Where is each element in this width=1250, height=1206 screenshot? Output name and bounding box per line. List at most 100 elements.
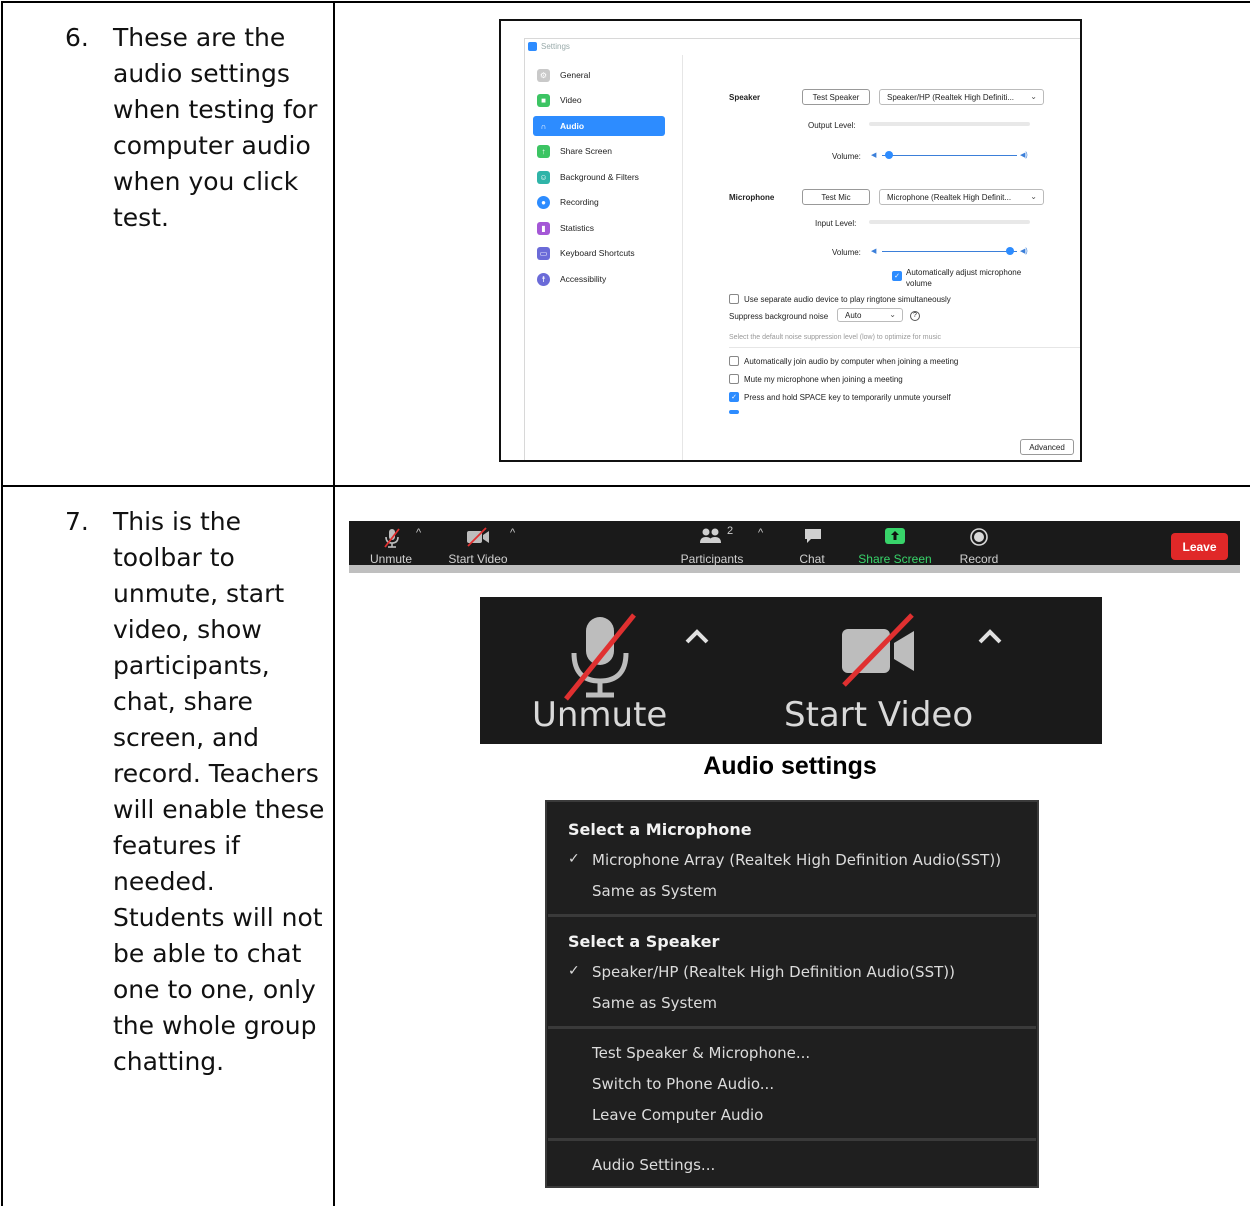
mute-join-checkbox[interactable] (729, 374, 739, 384)
share-screen-label: Share Screen (858, 552, 932, 566)
participants-options-caret[interactable]: ^ (758, 527, 763, 539)
menu-item-speaker-hp[interactable]: Speaker/HP (Realtek High Definition Audi… (592, 963, 955, 981)
speaker-low-icon: ◀ (871, 152, 877, 159)
checkmark-icon: ✓ (568, 851, 580, 867)
mic-low-icon: ◀ (871, 248, 877, 255)
suppress-noise-label: Suppress background noise (729, 312, 829, 321)
test-mic-button[interactable]: Test Mic (802, 189, 870, 205)
accessibility-icon: ☨ (537, 272, 550, 286)
menu-separator (548, 1026, 1036, 1029)
speaker-volume-track[interactable] (882, 155, 1017, 156)
sidebar-item-label: General (560, 70, 591, 80)
help-icon[interactable]: ? (910, 311, 920, 321)
chat-label: Chat (799, 552, 825, 566)
advanced-button[interactable]: Advanced (1020, 439, 1074, 455)
sidebar-item-label: Keyboard Shortcuts (560, 248, 635, 258)
step-description: These are the audio settings when testin… (113, 23, 318, 232)
unmute-button[interactable]: Unmute (363, 521, 419, 573)
sidebar-item-share-screen[interactable]: ↑ Share Screen (533, 141, 665, 161)
sidebar-item-general[interactable]: ⚙ General (533, 65, 665, 85)
sidebar-item-label: Audio (560, 121, 585, 131)
speaker-volume-slider[interactable] (884, 151, 893, 159)
menu-item-test-speaker-mic[interactable]: Test Speaker & Microphone... (592, 1044, 810, 1062)
start-video-zoom-label: Start Video (784, 695, 974, 735)
chat-button[interactable]: Chat (791, 521, 833, 573)
step-number: 7. (65, 507, 89, 536)
suppress-noise-hint: Select the default noise suppression lev… (729, 334, 942, 341)
start-video-button[interactable]: Start Video (445, 521, 511, 573)
window-border (524, 38, 525, 460)
separate-device-checkbox[interactable] (729, 294, 739, 304)
record-label: Record (959, 552, 999, 566)
sidebar-item-recording[interactable]: ● Recording (533, 192, 665, 212)
sidebar-item-accessibility[interactable]: ☨ Accessibility (533, 269, 665, 289)
chevron-down-icon: ⌄ (1030, 192, 1037, 201)
menu-item-microphone-array[interactable]: Microphone Array (Realtek High Definitio… (592, 851, 1001, 869)
leave-button[interactable]: Leave (1171, 533, 1228, 560)
microphone-select[interactable]: Microphone (Realtek High Definit... ⌄ (879, 189, 1044, 205)
share-screen-icon: ↑ (537, 144, 550, 158)
chevron-down-icon: ⌄ (889, 310, 896, 319)
participants-icon (700, 528, 721, 543)
unmute-zoom-label: Unmute (532, 695, 668, 735)
menu-item-speaker-same-as-system[interactable]: Same as System (592, 994, 717, 1012)
input-level-label: Input Level: (815, 219, 857, 228)
menu-item-mic-same-as-system[interactable]: Same as System (592, 882, 717, 900)
participants-label: Participants (680, 552, 744, 566)
sidebar-item-audio[interactable]: ∩ Audio (533, 116, 665, 136)
suppress-noise-select[interactable]: Auto ⌄ (837, 308, 903, 322)
column-divider (333, 3, 335, 485)
mic-high-icon: ◀) (1020, 248, 1028, 255)
audio-options-caret[interactable]: ^ (416, 527, 421, 539)
press-space-label: Press and hold SPACE key to temporarily … (744, 393, 951, 402)
mic-volume-track[interactable] (882, 251, 1017, 252)
auto-join-label: Automatically join audio by computer whe… (744, 357, 959, 366)
sidebar-item-label: Video (560, 95, 582, 105)
audio-settings-caption: Audio settings (703, 752, 877, 780)
step-description: This is the toolbar to unmute, start vid… (113, 507, 325, 1076)
zoom-logo-icon (528, 42, 537, 51)
sidebar-item-label: Recording (560, 197, 599, 207)
menu-item-audio-settings[interactable]: Audio Settings... (592, 1156, 715, 1174)
auto-join-checkbox[interactable] (729, 356, 739, 366)
video-options-caret[interactable]: ^ (510, 527, 515, 539)
test-speaker-button[interactable]: Test Speaker (802, 89, 870, 105)
auto-adjust-label: Automatically adjust microphone volume (906, 268, 1022, 288)
sidebar-item-keyboard-shortcuts[interactable]: ▭ Keyboard Shortcuts (533, 243, 665, 263)
press-space-checkbox[interactable]: ✓ (729, 392, 739, 402)
speaker-select[interactable]: Speaker/HP (Realtek High Definiti... ⌄ (879, 89, 1044, 105)
sidebar-item-label: Statistics (560, 223, 595, 233)
record-button[interactable]: Record (954, 521, 1004, 573)
microphone-section-label: Microphone (729, 193, 775, 202)
output-level-label: Output Level: (808, 121, 856, 130)
audio-options-menu: Select a Microphone ✓ Microphone Array (… (545, 800, 1039, 1188)
video-icon: ■ (537, 93, 550, 107)
sidebar-divider (682, 55, 683, 460)
window-border (524, 38, 1080, 39)
sidebar-item-background[interactable]: ☺ Background & Filters (533, 167, 665, 187)
sidebar-item-label: Share Screen (560, 146, 612, 156)
suppress-noise-value: Auto (845, 310, 862, 320)
chevron-up-icon[interactable] (977, 627, 1003, 645)
participants-button[interactable]: 2 Participants (679, 521, 745, 573)
separate-device-label: Use separate audio device to play ringto… (744, 295, 951, 304)
chevron-up-icon[interactable] (684, 627, 710, 645)
speaker-volume-label: Volume: (832, 152, 861, 161)
share-screen-button[interactable]: Share Screen (857, 521, 933, 573)
menu-item-leave-computer-audio[interactable]: Leave Computer Audio (592, 1106, 763, 1124)
clipped-checkbox[interactable] (729, 410, 739, 414)
menu-item-switch-phone-audio[interactable]: Switch to Phone Audio... (592, 1075, 774, 1093)
sidebar-item-statistics[interactable]: ▮ Statistics (533, 218, 665, 238)
record-icon (970, 528, 988, 546)
toolbar-zoom-crop: Unmute Start Video (480, 597, 1102, 744)
menu-separator (548, 1138, 1036, 1141)
bar-chart-icon: ▮ (537, 221, 550, 235)
sidebar-item-video[interactable]: ■ Video (533, 90, 665, 110)
speaker-select-value: Speaker/HP (Realtek High Definiti... (887, 92, 1015, 102)
chevron-down-icon: ⌄ (1030, 92, 1037, 101)
auto-adjust-checkbox[interactable]: ✓ (892, 271, 902, 281)
mute-join-label: Mute my microphone when joining a meetin… (744, 375, 903, 384)
mic-volume-slider[interactable] (1006, 247, 1015, 255)
headphones-icon: ∩ (540, 121, 547, 131)
select-microphone-header: Select a Microphone (568, 820, 752, 839)
